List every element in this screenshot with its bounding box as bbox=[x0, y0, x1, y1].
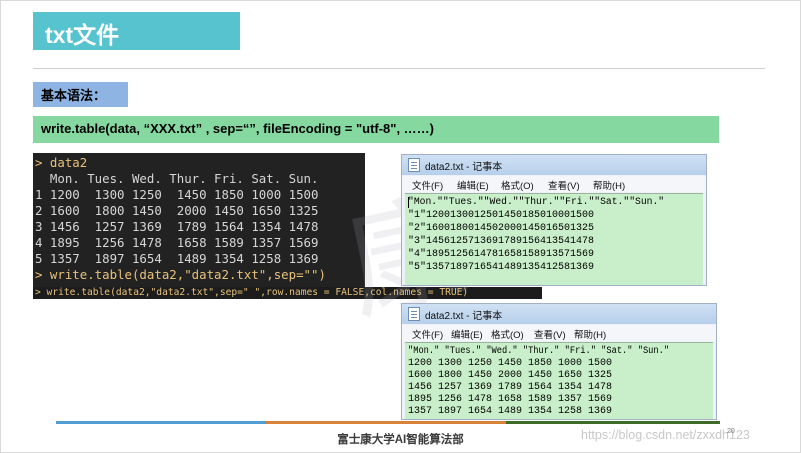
notepad-menubar: 文件(F) 编辑(E) 格式(O) 查看(V) 帮助(H) bbox=[402, 176, 706, 192]
console-line: 2 1600 1800 1450 2000 1450 1650 1325 bbox=[35, 203, 319, 218]
footer-rule-green bbox=[506, 421, 720, 424]
section-label-box: 基本语法： bbox=[33, 82, 128, 107]
console-line: > data2 bbox=[35, 155, 88, 170]
console-line: > write.table(data2,"data2.txt",sep="") bbox=[35, 267, 326, 282]
title-divider bbox=[33, 68, 765, 69]
footer-rule-blue bbox=[56, 421, 266, 424]
console-line: 5 1357 1897 1654 1489 1354 1258 1369 bbox=[35, 251, 319, 266]
notepad-line: 1895 1256 1478 1658 1589 1357 1569 bbox=[408, 394, 613, 405]
console-line: 3 1456 1257 1369 1789 1564 1354 1478 bbox=[35, 219, 319, 234]
notepad-titlebar: data2.txt - 记事本 bbox=[402, 304, 716, 324]
r-console: > data2 Mon. Tues. Wed. Thur. Fri. Sat. … bbox=[33, 153, 365, 287]
slide-title: txt文件 bbox=[45, 22, 120, 48]
notepad-line: "Mon.""Tues.""Wed.""Thur.""Fri.""Sat.""S… bbox=[408, 197, 665, 208]
menu-help[interactable]: 帮助(H) bbox=[574, 327, 606, 341]
notepad-line: "5"1357189716541489135412581369 bbox=[408, 262, 595, 273]
menu-edit[interactable]: 编辑(E) bbox=[457, 178, 489, 192]
console-command-2: > write.table(data2,"data2.txt",sep=" ",… bbox=[35, 287, 469, 298]
menu-file[interactable]: 文件(F) bbox=[412, 178, 443, 192]
notepad-title: data2.txt - 记事本 bbox=[425, 311, 503, 322]
notepad-line: 1456 1257 1369 1789 1564 1354 1478 bbox=[408, 382, 613, 393]
section-label: 基本语法： bbox=[41, 88, 107, 103]
notepad-title: data2.txt - 记事本 bbox=[425, 162, 503, 173]
menu-file[interactable]: 文件(F) bbox=[412, 327, 443, 341]
menu-view[interactable]: 查看(V) bbox=[548, 178, 580, 192]
menu-view[interactable]: 查看(V) bbox=[534, 327, 566, 341]
notepad-line: "2"1600180014502000145016501325 bbox=[408, 223, 595, 234]
menu-help[interactable]: 帮助(H) bbox=[593, 178, 625, 192]
footer-rule-orange bbox=[266, 421, 506, 424]
notepad-text-area[interactable]: "Mon." "Tues." "Wed." "Thur." "Fri." "Sa… bbox=[405, 342, 713, 419]
notepad-line: 1200 1300 1250 1450 1850 1000 1500 bbox=[408, 358, 613, 369]
notepad-titlebar: data2.txt - 记事本 bbox=[402, 155, 706, 175]
notepad-window-1: data2.txt - 记事本 文件(F) 编辑(E) 格式(O) 查看(V) … bbox=[401, 154, 707, 286]
footer-text: 富士康大学AI智能算法部 bbox=[337, 434, 464, 446]
notepad-line: 1357 1897 1654 1489 1354 1258 1369 bbox=[408, 406, 613, 417]
syntax-text: write.table(data, “XXX.txt” , sep=“”, fi… bbox=[41, 121, 434, 136]
notepad-window-2: data2.txt - 记事本 文件(F) 编辑(E) 格式(O) 查看(V) … bbox=[401, 303, 717, 420]
menu-format[interactable]: 格式(O) bbox=[491, 327, 524, 341]
notepad-text-area[interactable]: "Mon.""Tues.""Wed.""Thur.""Fri.""Sat.""S… bbox=[405, 193, 703, 285]
console-line: 1 1200 1300 1250 1450 1850 1000 1500 bbox=[35, 187, 319, 202]
notepad-line: "4"1895125614781658158913571569 bbox=[408, 249, 595, 260]
notepad-icon bbox=[408, 307, 420, 321]
menu-format[interactable]: 格式(O) bbox=[501, 178, 534, 192]
notepad-line: "3"1456125713691789156413541478 bbox=[408, 236, 595, 247]
notepad-icon bbox=[408, 158, 420, 172]
notepad-line: 1600 1800 1450 2000 1450 1650 1325 bbox=[408, 370, 613, 381]
slide-title-box: txt文件 bbox=[33, 12, 240, 50]
menu-edit[interactable]: 编辑(E) bbox=[451, 327, 483, 341]
r-console-command-bar: > write.table(data2,"data2.txt",sep=" ",… bbox=[33, 287, 542, 299]
notepad-menubar: 文件(F) 编辑(E) 格式(O) 查看(V) 帮助(H) bbox=[402, 325, 716, 341]
syntax-bar: write.table(data, “XXX.txt” , sep=“”, fi… bbox=[33, 116, 719, 143]
console-line: Mon. Tues. Wed. Thur. Fri. Sat. Sun. bbox=[35, 171, 319, 186]
notepad-line: "1"1200130012501450185010001500 bbox=[408, 210, 595, 221]
console-line: 4 1895 1256 1478 1658 1589 1357 1569 bbox=[35, 235, 319, 250]
notepad-line: "Mon." "Tues." "Wed." "Thur." "Fri." "Sa… bbox=[408, 346, 670, 357]
